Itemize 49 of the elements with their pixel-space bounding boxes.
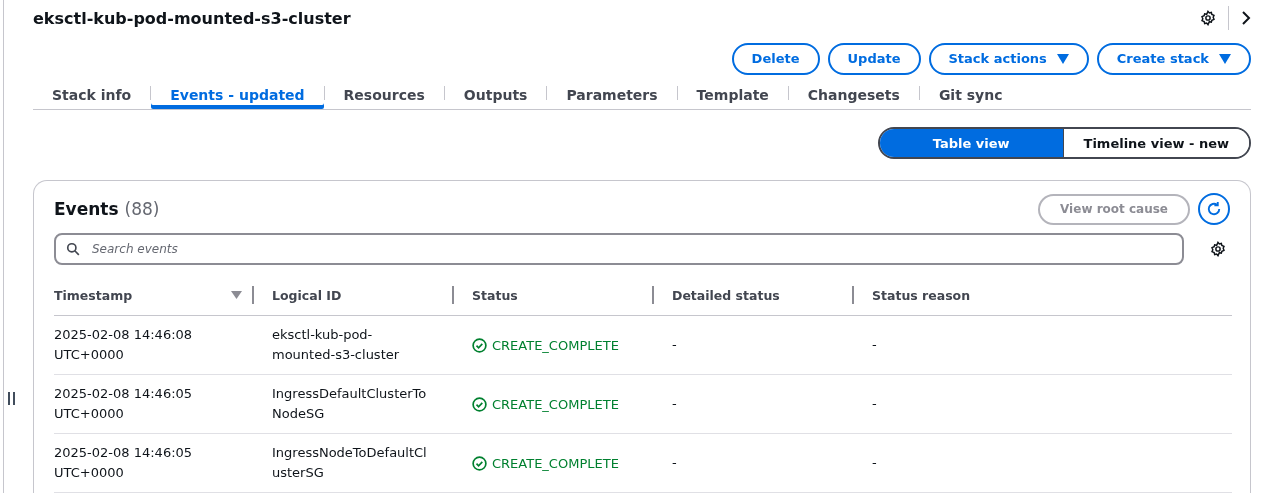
settings-icon[interactable] bbox=[1200, 10, 1216, 27]
tab[interactable]: Stack info bbox=[33, 80, 151, 109]
action-button[interactable]: Delete bbox=[731, 42, 820, 75]
column-header: Detailed status bbox=[672, 287, 780, 303]
tab[interactable]: Parameters bbox=[547, 80, 677, 109]
chevron-right-icon[interactable] bbox=[1241, 10, 1251, 27]
tab[interactable]: Events - updated bbox=[151, 80, 324, 109]
table-cell-text: - bbox=[672, 336, 678, 354]
table-cell-text: - bbox=[872, 336, 878, 354]
search-field[interactable]: Search events bbox=[54, 233, 1184, 265]
dropdown-button[interactable]: Create stack bbox=[1096, 42, 1251, 75]
status-text: CREATE_COMPLETE bbox=[492, 455, 619, 471]
table-cell-text: - bbox=[672, 454, 678, 472]
tab[interactable]: Outputs bbox=[444, 80, 547, 109]
column-header: Timestamp bbox=[54, 287, 133, 303]
refresh-button[interactable] bbox=[1198, 193, 1230, 225]
table-cell-text: - bbox=[872, 454, 878, 472]
view-toggle-option[interactable]: Timeline view - new bbox=[1062, 129, 1249, 157]
check-circle-icon bbox=[472, 396, 487, 412]
table-cell-text: 2025-02-08 14:46:08 UTC+0000 bbox=[54, 326, 194, 364]
page-title: eksctl-kub-pod-mounted-s3-cluster bbox=[33, 8, 352, 28]
table-cell-text: 2025-02-08 14:46:05 UTC+0000 bbox=[54, 385, 194, 423]
resize-handle-icon[interactable] bbox=[8, 391, 15, 405]
caret-icon bbox=[1056, 53, 1069, 64]
table-cell-text: eksctl-kub-pod-mounted-s3-cluster bbox=[272, 326, 401, 364]
settings-icon[interactable] bbox=[1210, 241, 1226, 257]
check-circle-icon bbox=[472, 337, 487, 353]
tab[interactable]: Git sync bbox=[919, 80, 1022, 109]
table-cell-text: IngressNodeToDefaultClusterSG bbox=[272, 444, 428, 482]
tab[interactable]: Template bbox=[677, 80, 788, 109]
column-header: Logical ID bbox=[272, 287, 342, 303]
table-cell-text: - bbox=[872, 395, 878, 413]
column-header: Status reason bbox=[872, 287, 971, 303]
check-circle-icon bbox=[472, 455, 487, 471]
tab[interactable]: Resources bbox=[324, 80, 444, 109]
caret-icon bbox=[1219, 53, 1231, 64]
refresh-icon bbox=[1205, 200, 1223, 218]
table-cell-text: IngressDefaultClusterToNodeSG bbox=[272, 385, 428, 423]
sort-descending-icon[interactable] bbox=[231, 291, 242, 299]
tab[interactable]: Changesets bbox=[788, 80, 919, 109]
panel-title: Events (88) bbox=[54, 199, 161, 219]
table-cell-text: 2025-02-08 14:46:05 UTC+0000 bbox=[54, 444, 194, 482]
table-cell-text: - bbox=[672, 395, 678, 413]
view-toggle-option[interactable]: Table view bbox=[879, 129, 1063, 157]
action-button[interactable]: Update bbox=[827, 42, 921, 75]
column-header: Status bbox=[472, 287, 518, 303]
status-text: CREATE_COMPLETE bbox=[492, 337, 619, 353]
status-text: CREATE_COMPLETE bbox=[492, 396, 619, 412]
dropdown-button[interactable]: Stack actions bbox=[928, 42, 1089, 75]
